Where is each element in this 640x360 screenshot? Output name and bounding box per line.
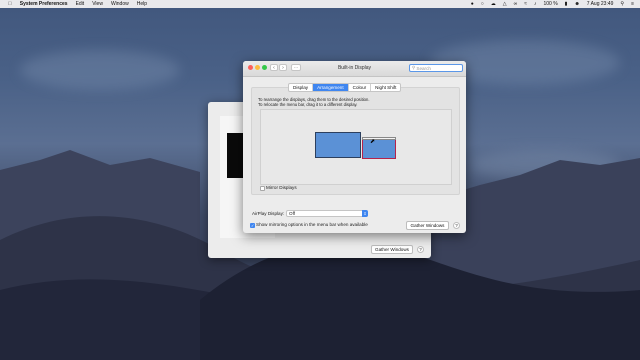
headphones-icon[interactable]: ○ bbox=[481, 0, 484, 8]
mouse-cursor-icon: ⬈ bbox=[370, 139, 376, 145]
airplay-icon[interactable]: △ bbox=[503, 0, 507, 8]
mirror-displays-checkbox[interactable] bbox=[260, 186, 265, 191]
spotlight-icon[interactable]: ⚲ bbox=[620, 0, 624, 8]
menu-help[interactable]: Help bbox=[137, 1, 147, 7]
notification-center-icon[interactable]: ≡ bbox=[631, 0, 634, 8]
airplay-display-label: AirPlay Display: bbox=[252, 211, 285, 216]
tab-night-shift[interactable]: Night Shift bbox=[371, 84, 400, 91]
menu-bar:  System Preferences Edit View Window He… bbox=[0, 0, 640, 8]
primary-display-box[interactable] bbox=[315, 132, 361, 158]
secondary-help-button[interactable]: ? bbox=[417, 246, 424, 253]
airplay-display-value: Off bbox=[289, 211, 296, 216]
window-titlebar: ‹ › ⋯ Built-in Display ⚲ Search bbox=[243, 61, 466, 77]
menu-edit[interactable]: Edit bbox=[76, 1, 85, 7]
show-mirroring-checkbox[interactable]: ✓ bbox=[250, 223, 255, 228]
wifi-icon[interactable]: ≈ bbox=[524, 0, 527, 8]
menu-app-name[interactable]: System Preferences bbox=[20, 1, 68, 7]
menu-view[interactable]: View bbox=[92, 1, 103, 7]
arrangement-instructions: To rearrange the displays, drag them to … bbox=[258, 97, 370, 107]
tab-bar: Display Arrangement Colour Night Shift bbox=[288, 83, 402, 92]
airplay-display-select[interactable]: Off ⇕ bbox=[286, 210, 368, 217]
tab-display[interactable]: Display bbox=[289, 84, 314, 91]
bluetooth-icon[interactable]: ∞ bbox=[514, 0, 518, 8]
menu-clock[interactable]: 7 Aug 23:49 bbox=[587, 1, 614, 7]
display-arrangement-area bbox=[260, 109, 452, 185]
instruction-line-2: To relocate the menu bar, drag it to a d… bbox=[258, 102, 358, 107]
secondary-display-box[interactable] bbox=[362, 137, 396, 159]
gather-windows-button[interactable]: Gather Windows bbox=[406, 221, 449, 230]
search-icon: ⚲ bbox=[412, 65, 416, 70]
menu-bar-strip[interactable] bbox=[362, 137, 396, 140]
battery-icon[interactable]: ▮ bbox=[565, 0, 568, 8]
volume-icon[interactable]: ♪ bbox=[534, 0, 537, 8]
built-in-display-window: ‹ › ⋯ Built-in Display ⚲ Search Display … bbox=[243, 61, 466, 233]
mirror-displays-label: Mirror Displays bbox=[266, 185, 297, 190]
menu-window[interactable]: Window bbox=[111, 1, 129, 7]
battery-percent[interactable]: 100 % bbox=[543, 1, 557, 7]
show-mirroring-label: Show mirroring options in the menu bar w… bbox=[256, 222, 368, 227]
status-icon-circle[interactable]: ● bbox=[471, 0, 474, 8]
chevron-updown-icon: ⇕ bbox=[362, 210, 368, 217]
search-placeholder: Search bbox=[416, 65, 431, 71]
secondary-gather-windows-button[interactable]: Gather Windows bbox=[371, 245, 413, 254]
apple-icon[interactable]:  bbox=[8, 0, 12, 8]
display-thumbnail bbox=[227, 133, 243, 178]
search-field[interactable]: ⚲ Search bbox=[409, 64, 463, 72]
tab-arrangement[interactable]: Arrangement bbox=[313, 84, 349, 91]
help-button[interactable]: ? bbox=[453, 222, 460, 229]
cloud-icon[interactable]: ☁ bbox=[491, 0, 496, 8]
tab-colour[interactable]: Colour bbox=[349, 84, 372, 91]
user-icon[interactable]: ☻ bbox=[574, 0, 579, 8]
